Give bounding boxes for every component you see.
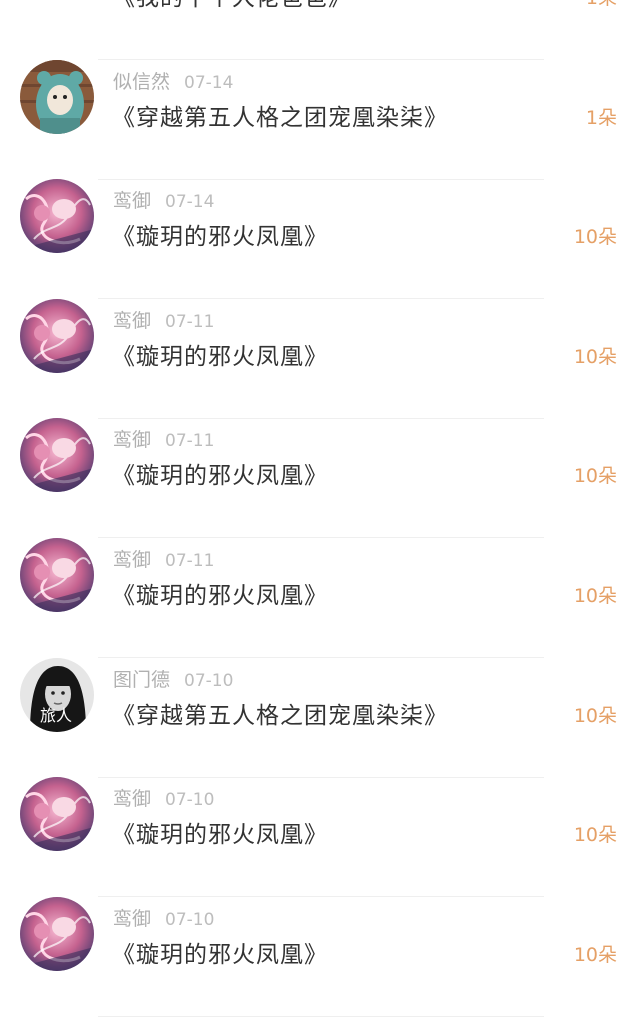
gift-record-row[interactable]: 鸾御 07-11 《璇玥的邪火凤凰》 10朵 (0, 418, 640, 539)
user-avatar[interactable] (20, 538, 94, 612)
book-title[interactable]: 《璇玥的邪火凤凰》 (112, 337, 328, 371)
record-meta: 鸾御 07-14 (113, 186, 214, 213)
record-meta: 图门德 07-10 (113, 665, 233, 692)
record-date: 07-10 (165, 909, 215, 930)
user-name[interactable]: 图门德 (113, 669, 170, 691)
user-avatar[interactable]: 旅人 (20, 657, 94, 732)
user-name[interactable]: 鸾御 (113, 429, 151, 451)
book-title[interactable]: 《璇玥的邪火凤凰》 (112, 576, 328, 610)
gift-record-row[interactable]: 鸾御 07-10 《璇玥的邪火凤凰》 10朵 (0, 896, 640, 1017)
user-name[interactable]: 似信然 (113, 71, 170, 93)
user-name[interactable]: 鸾御 (113, 310, 151, 332)
record-meta: 鸾御 07-11 (113, 306, 214, 333)
gift-record-row[interactable]: 似信然 07-14 《穿越第五人格之团宠凰染柒》 1朵 (0, 59, 640, 180)
user-avatar[interactable] (20, 896, 94, 971)
record-date: 07-11 (165, 311, 215, 332)
flower-amount: 10朵 (573, 465, 617, 488)
gift-record-row[interactable]: 鸾御 07-10 《璇玥的邪火凤凰》 10朵 (0, 777, 640, 898)
flower-amount: 10朵 (573, 824, 617, 847)
user-avatar[interactable] (20, 0, 94, 14)
record-date: 07-14 (184, 72, 234, 93)
record-date: 07-11 (165, 431, 215, 452)
book-title[interactable]: 《璇玥的邪火凤凰》 (112, 815, 328, 849)
user-avatar[interactable] (20, 179, 94, 254)
user-name[interactable]: 鸾御 (113, 908, 151, 930)
flower-amount: 10朵 (573, 943, 617, 966)
avatar-caption: 旅人 (40, 705, 73, 725)
book-title[interactable]: 《我的十个大佬爸爸》 (112, 0, 352, 12)
user-avatar[interactable] (20, 59, 94, 134)
record-meta: 鸾御 07-11 (113, 545, 214, 572)
book-title[interactable]: 《璇玥的邪火凤凰》 (112, 935, 328, 969)
record-date: 07-10 (184, 670, 234, 691)
gift-record-row[interactable]: 鸾御 07-14 《璇玥的邪火凤凰》 10朵 (0, 179, 640, 300)
gift-record-row[interactable]: 鸾御 07-11 《璇玥的邪火凤凰》 10朵 (0, 298, 640, 419)
user-name[interactable]: 鸾御 (113, 788, 151, 810)
record-date: 07-11 (165, 551, 215, 571)
record-date: 07-10 (165, 790, 215, 811)
flower-amount: 1朵 (586, 0, 617, 10)
flower-amount: 10朵 (573, 585, 617, 607)
record-date: 07-14 (165, 192, 215, 213)
user-avatar[interactable] (20, 418, 94, 493)
flower-amount: 1朵 (585, 106, 617, 129)
gift-record-row[interactable]: 鸾御 07-11 《璇玥的邪火凤凰》 10朵 (0, 538, 640, 658)
record-meta: 鸾御 07-10 (113, 904, 214, 931)
record-meta: 似信然 07-14 (113, 67, 233, 94)
gift-record-row[interactable]: 《我的十个大佬爸爸》 1朵 (0, 0, 640, 60)
user-avatar[interactable] (20, 777, 94, 852)
user-name[interactable]: 鸾御 (113, 190, 151, 212)
record-meta: 鸾御 07-10 (113, 784, 214, 811)
user-name[interactable]: 鸾御 (113, 549, 151, 571)
gift-record-row[interactable]: 旅人 图门德 07-10 《穿越第五人格之团宠凰染柒》 10朵 (0, 657, 640, 778)
user-avatar[interactable] (20, 298, 94, 373)
flower-amount: 10朵 (573, 226, 617, 249)
book-title[interactable]: 《璇玥的邪火凤凰》 (112, 456, 328, 490)
flower-amount: 10朵 (573, 345, 617, 368)
flower-amount: 10朵 (573, 704, 617, 727)
book-title[interactable]: 《璇玥的邪火凤凰》 (112, 217, 328, 251)
record-meta: 鸾御 07-11 (113, 425, 214, 452)
book-title[interactable]: 《穿越第五人格之团宠凰染柒》 (112, 98, 448, 132)
book-title[interactable]: 《穿越第五人格之团宠凰染柒》 (112, 696, 448, 730)
